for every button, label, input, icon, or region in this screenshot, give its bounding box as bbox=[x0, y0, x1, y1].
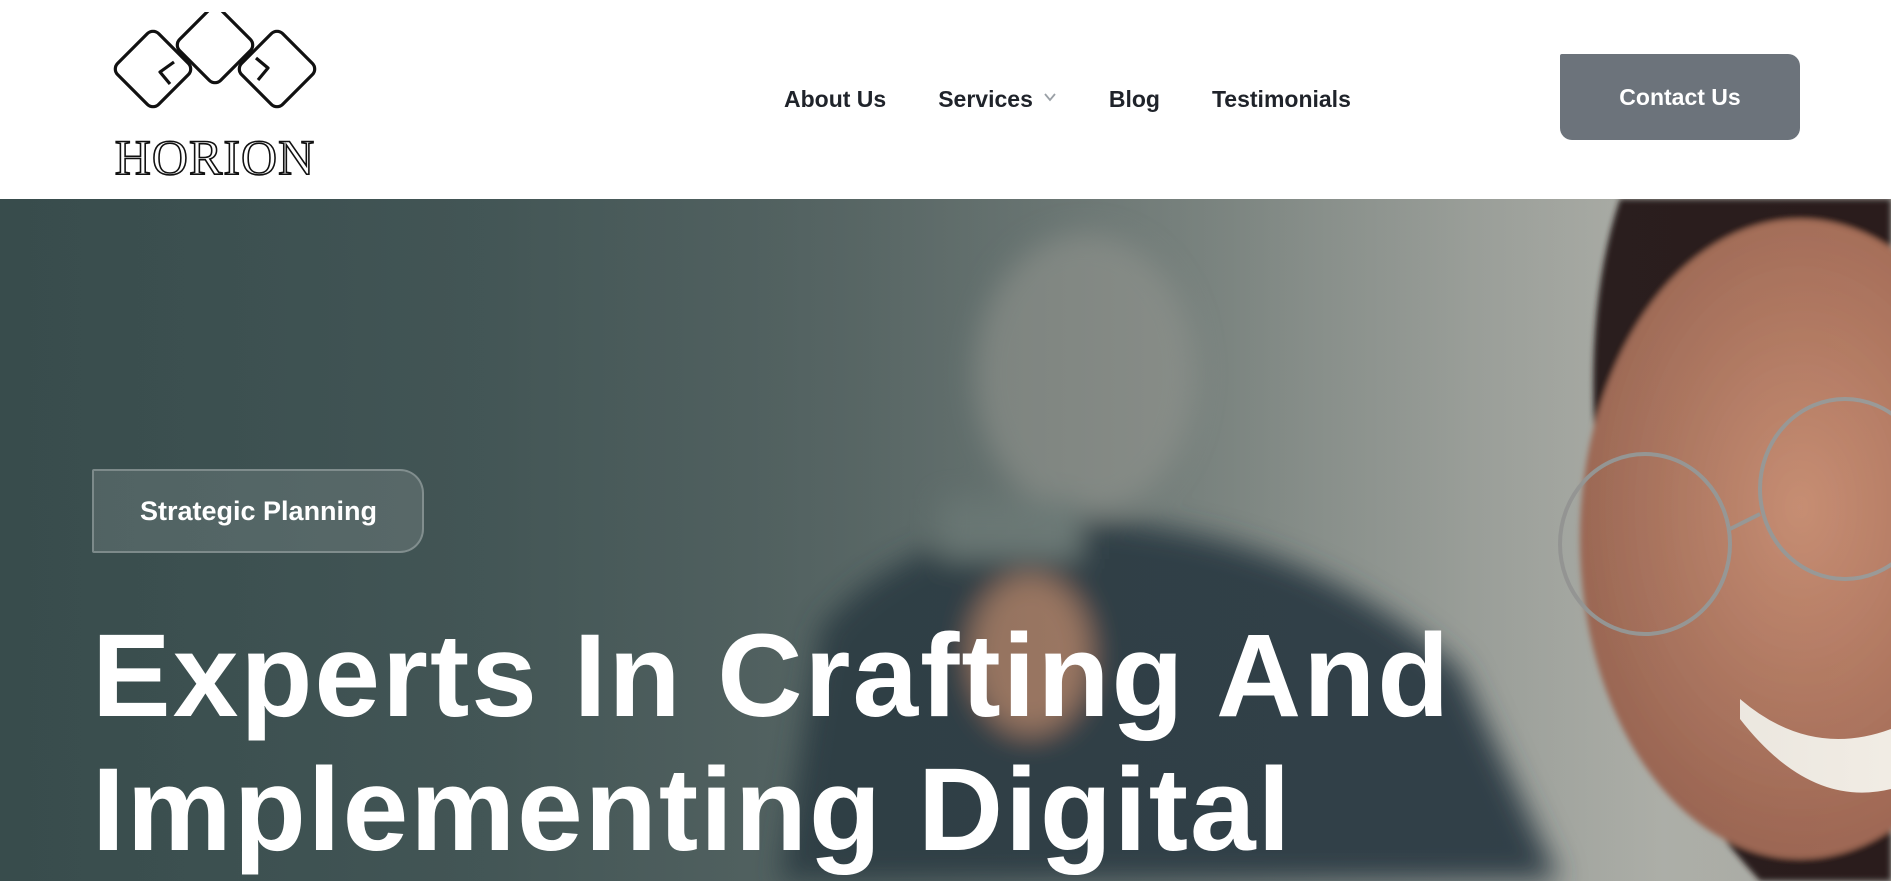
nav-item-blog[interactable]: Blog bbox=[1109, 86, 1160, 113]
nav-item-label: Blog bbox=[1108, 85, 1160, 112]
contact-us-button[interactable]: Contact Us bbox=[1560, 54, 1800, 140]
hero-section: Strategic Planning Experts In Crafting A… bbox=[0, 199, 1891, 881]
nav-item-label: Services bbox=[938, 85, 1033, 112]
site-header: HORION About Us Services Blog Testimonia… bbox=[0, 0, 1891, 199]
chevron-down-icon bbox=[1044, 93, 1056, 102]
nav-item-testimonials[interactable]: Testimonials bbox=[1212, 86, 1351, 113]
nav-item-services[interactable]: Services bbox=[938, 86, 1057, 113]
category-badge: Strategic Planning bbox=[92, 469, 424, 553]
headline-line-2: Implementing Digital bbox=[92, 744, 1293, 876]
nav-item-about-us[interactable]: About Us bbox=[784, 86, 886, 113]
nav-item-label: Testimonials bbox=[1211, 85, 1351, 112]
logo-link[interactable]: HORION bbox=[90, 12, 340, 192]
logo-wordmark: HORION bbox=[114, 129, 316, 185]
main-nav: About Us Services Blog Testimonials bbox=[784, 83, 1351, 115]
badge-label: Strategic Planning bbox=[140, 495, 378, 526]
headline-line-1: Experts In Crafting And bbox=[92, 610, 1452, 742]
logo-icon bbox=[113, 12, 317, 109]
hero-headline: Experts In Crafting And Implementing Dig… bbox=[92, 609, 1592, 877]
nav-item-label: About Us bbox=[784, 85, 887, 112]
